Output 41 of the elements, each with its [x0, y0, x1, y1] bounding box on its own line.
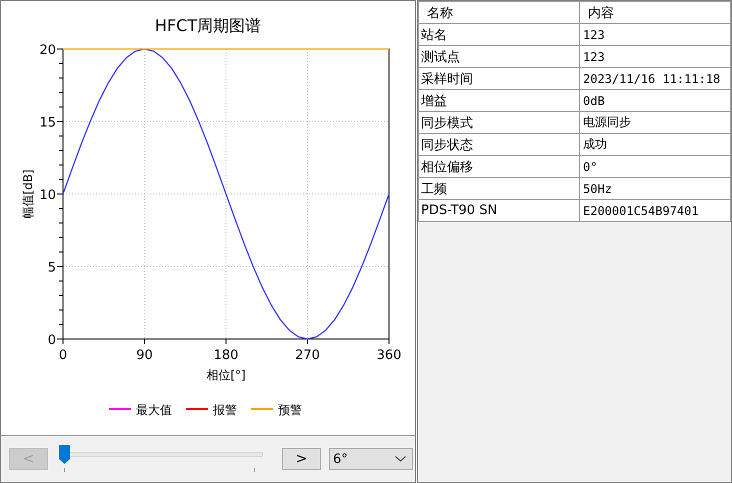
- table-cell: PDS-T90 SN: [418, 200, 580, 222]
- table-cell: 采样时间: [418, 68, 580, 90]
- x-tick-label: 270: [295, 348, 320, 363]
- y-tick-label: 5: [48, 260, 56, 276]
- table-cell: 成功: [580, 134, 730, 156]
- next-button[interactable]: >: [282, 448, 321, 470]
- legend-label: 最大值: [136, 403, 172, 417]
- y-axis-title: 幅值[dB]: [21, 169, 35, 219]
- table-cell: 0dB: [580, 90, 730, 112]
- y-tick-label: 10: [39, 188, 56, 203]
- table-cell: 123: [580, 46, 730, 68]
- slider[interactable]: [59, 444, 263, 474]
- column-header: 名称: [418, 2, 580, 24]
- legend-label: 报警: [213, 403, 237, 417]
- table-cell: 2023/11/16 11:11:18: [580, 68, 730, 90]
- table-cell: 50Hz: [580, 178, 730, 200]
- table-cell: E200001C54B97401: [580, 200, 730, 222]
- table-cell: 增益: [418, 90, 580, 112]
- table-cell: 电源同步: [580, 112, 730, 134]
- table-cell: 站名: [418, 24, 580, 46]
- y-tick-label: 0: [48, 333, 56, 348]
- table-cell: 测试点: [418, 46, 580, 68]
- step-dropdown[interactable]: 6°: [329, 448, 413, 470]
- table-cell: 同步状态: [418, 134, 580, 156]
- table-cell: 0°: [580, 156, 730, 178]
- x-tick-label: 180: [214, 348, 238, 363]
- x-tick-label: 0: [58, 348, 68, 363]
- chevron-down-icon: [395, 456, 406, 462]
- table-cell: 同步模式: [418, 112, 580, 134]
- x-tick-label: 360: [376, 348, 402, 363]
- column-header: 内容: [580, 2, 730, 24]
- table-cell: 工频: [418, 178, 580, 200]
- y-tick-label: 15: [39, 116, 56, 130]
- chart-title: HFCT周期图谱: [154, 16, 262, 35]
- y-tick-label: 20: [39, 43, 56, 58]
- slider-thumb[interactable]: [59, 445, 70, 464]
- x-tick-label: 90: [136, 348, 153, 363]
- x-axis-title: 相位[°]: [206, 368, 246, 382]
- table-cell: 相位偏移: [418, 156, 580, 178]
- table-cell: 123: [580, 24, 730, 46]
- legend-label: 预警: [278, 403, 302, 417]
